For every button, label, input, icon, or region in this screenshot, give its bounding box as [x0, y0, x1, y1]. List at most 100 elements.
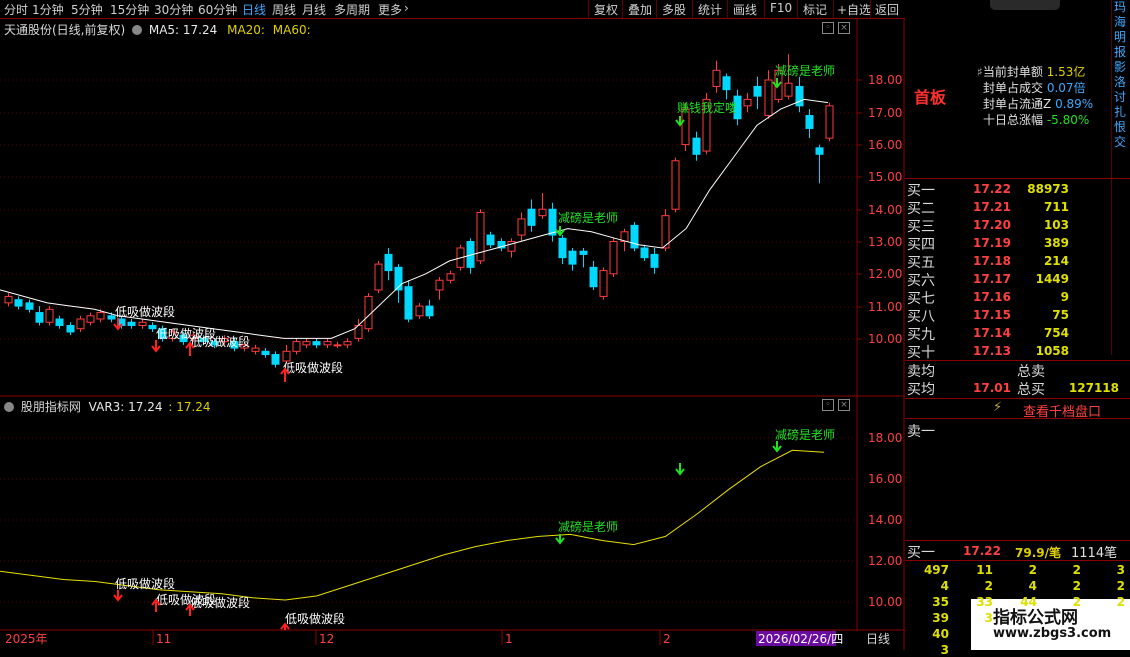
candle-body: [107, 315, 116, 320]
chart-canvas[interactable]: 18.00 17.00 16.00 15.00 14.00 13.00 12.0…: [0, 0, 905, 650]
queue-cell: 2: [1072, 579, 1081, 593]
candle-body: [251, 347, 260, 352]
candle-body: [784, 82, 793, 97]
dip-label: 低吸做波段: [115, 304, 175, 319]
time-label: 12: [319, 632, 334, 646]
bid-level-volume: 9: [1060, 290, 1069, 304]
candle-body: [415, 305, 424, 317]
indicator-name: 股朋指标网: [20, 400, 81, 414]
dip-label: 低吸做波段: [190, 595, 250, 610]
watermark-url: www.zbgs3.com: [993, 626, 1112, 641]
candle-body: [527, 208, 536, 226]
candle-body: [374, 263, 383, 291]
teacher-label: 减磅是老师: [775, 427, 835, 442]
sell-avg-label: 卖均: [907, 364, 935, 380]
bid-level-label: 买八: [907, 309, 935, 325]
board-type: 首板: [914, 88, 947, 107]
profit-label: 赚钱我定喽: [677, 100, 737, 115]
teacher-label: 减磅是老师: [558, 210, 618, 225]
stat-value: 0.07倍: [1046, 81, 1086, 95]
candle-body: [640, 247, 649, 259]
queue-cell: 2: [1072, 563, 1081, 577]
dip-label: 低吸做波段: [190, 334, 250, 349]
settings-icon[interactable]: ◦: [822, 399, 834, 411]
candle-body: [138, 321, 147, 326]
bid-level-volume: 75: [1052, 308, 1069, 322]
y-tick: 15.00: [868, 170, 902, 184]
seal-stats: ♯当前封单额 1.53亿 封单占成交 0.07倍 封单占流通Z 0.89% 十日…: [977, 65, 1094, 127]
candle-body: [589, 266, 598, 288]
candle-body: [764, 79, 773, 117]
candle-body: [753, 85, 762, 97]
time-label: 2: [663, 632, 671, 646]
candle-body: [517, 218, 526, 236]
candle-body: [805, 115, 814, 129]
cursor-date: 2026/02/26/四: [758, 632, 843, 646]
candle-body: [671, 160, 680, 210]
candle-body: [446, 273, 455, 281]
candle-body: [148, 324, 157, 330]
candle-body: [722, 76, 731, 91]
candle-body: [35, 312, 44, 323]
candle-body: [127, 321, 136, 326]
dip-label: 低吸做波段: [283, 360, 343, 375]
queue-cell: 3: [984, 611, 993, 625]
stat-label: 十日总涨幅: [983, 113, 1044, 127]
candle-body: [538, 208, 547, 217]
y-tick: 13.00: [868, 235, 902, 249]
queue-cell: 39: [932, 611, 949, 625]
buy1-per: 79.9/笔: [1015, 546, 1061, 560]
indicator-annotations: 低吸做波段 低吸做波段 低吸做波段 低吸做波段 减磅是老师 减磅是老师: [115, 427, 835, 626]
candle-body: [579, 250, 588, 255]
y-tick: 10.00: [868, 595, 902, 609]
main-annotations: 低吸做波段 低吸做波段 低吸做波段 低吸做波段 减磅是老师 赚钱我定喽 减磅是老…: [115, 63, 835, 375]
collapse-icon[interactable]: [4, 402, 14, 412]
candle-body: [323, 341, 332, 346]
candle-body: [384, 253, 393, 272]
bid-level-volume: 88973: [1027, 182, 1069, 196]
y-tick: 12.00: [868, 554, 902, 568]
queue-cell: 4: [940, 579, 949, 593]
queue-cell: 35: [932, 595, 949, 609]
candle-body: [271, 354, 280, 365]
queue-cell: 44: [1020, 595, 1037, 609]
time-label: 11: [156, 632, 171, 646]
candle-body: [333, 344, 342, 347]
bid-level-volume: 1449: [1035, 272, 1069, 286]
bid-level-volume: 711: [1043, 200, 1069, 214]
stat-label: 当前封单额: [982, 65, 1043, 79]
queue-cell: 497: [923, 563, 949, 577]
teacher-label: 减磅是老师: [775, 63, 835, 78]
buy-avg: 17.01: [973, 381, 1011, 395]
candle-body: [599, 270, 608, 297]
candle-body: [568, 250, 577, 265]
queue-cell: 4: [1028, 579, 1037, 593]
y-tick: 10.00: [868, 332, 902, 346]
candle-body: [435, 279, 444, 291]
stat-label: 封单占流通Z: [983, 97, 1052, 111]
candle-body: [743, 98, 752, 107]
total-buy: 127118: [1068, 381, 1119, 395]
panel-handle[interactable]: [990, 0, 1060, 10]
order-book-panel: 玛海明报影洛讨扎恨交 首板 ♯当前封单额 1.53亿 封单占成交 0.07倍 封…: [905, 0, 1130, 657]
close-icon[interactable]: ×: [838, 399, 850, 411]
candle-body: [312, 341, 321, 346]
candle-body: [76, 318, 85, 330]
y-tick: 16.00: [868, 472, 902, 486]
time-label: 1: [505, 632, 513, 646]
buy1-price: 17.22: [963, 544, 1001, 558]
candle-body: [343, 341, 352, 346]
bid-level-volume: 754: [1043, 326, 1069, 340]
candle-body: [692, 137, 701, 155]
candle-body: [548, 208, 557, 236]
candle-body: [45, 308, 54, 323]
bid-level-label: 买四: [907, 237, 935, 253]
sell1-label: 卖一: [907, 424, 935, 440]
candle-body: [55, 318, 64, 326]
queue-cell: 3: [940, 643, 949, 657]
y-tick: 18.00: [868, 431, 902, 445]
y-tick: 18.00: [868, 73, 902, 87]
bid-level-label: 买十: [907, 345, 935, 361]
candle-body: [282, 350, 291, 362]
bid-level-label: 买六: [907, 273, 935, 289]
